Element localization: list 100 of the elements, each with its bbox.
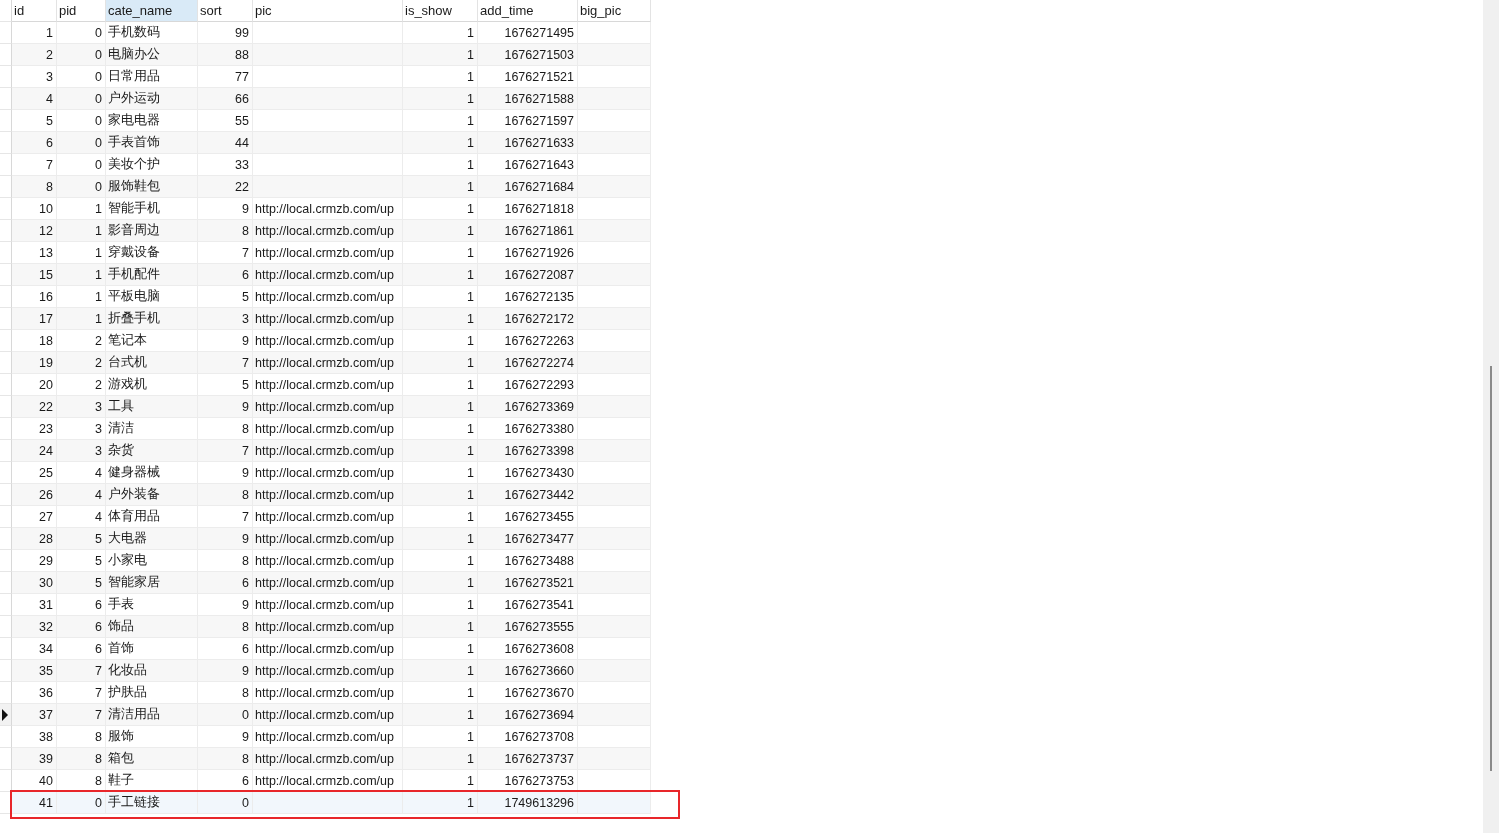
- table-cell: 1676271861: [478, 220, 578, 242]
- table-cell: http://local.crmzb.com/up: [253, 352, 403, 374]
- table-cell: 6: [57, 616, 106, 638]
- table-cell: 0: [198, 792, 253, 814]
- table-cell: 9: [198, 396, 253, 418]
- table-cell: 智能家居: [106, 572, 198, 594]
- table-cell: 1676273477: [478, 528, 578, 550]
- table-cell: 1676273398: [478, 440, 578, 462]
- table-cell: 88: [198, 44, 253, 66]
- table-cell: 26: [12, 484, 57, 506]
- table-cell: http://local.crmzb.com/up: [253, 748, 403, 770]
- table-cell: 3: [57, 396, 106, 418]
- table-row[interactable]: 12 1 影音周边 8 http://local.crmzb.com/up 1 1676271861: [0, 220, 651, 242]
- table-cell: 1: [403, 44, 478, 66]
- row-header: [0, 726, 12, 748]
- table-cell: 0: [57, 176, 106, 198]
- table-cell: 1676273660: [478, 660, 578, 682]
- table-cell: 24: [12, 440, 57, 462]
- table-cell: 5: [57, 528, 106, 550]
- table-cell: 1676273694: [478, 704, 578, 726]
- table-cell: http://local.crmzb.com/up: [253, 660, 403, 682]
- table-row[interactable]: 37 7 清洁用品 0 http://local.crmzb.com/up 1 1676273694: [0, 704, 651, 726]
- table-cell: http://local.crmzb.com/up: [253, 396, 403, 418]
- table-cell: 7: [198, 440, 253, 462]
- column-header[interactable]: id: [12, 0, 57, 22]
- row-header: [0, 44, 12, 66]
- table-row[interactable]: 26 4 户外装备 8 http://local.crmzb.com/up 1 1676273442: [0, 484, 651, 506]
- table-cell: 6: [198, 572, 253, 594]
- table-cell: 15: [12, 264, 57, 286]
- table-cell: http://local.crmzb.com/up: [253, 220, 403, 242]
- table-row[interactable]: 19 2 台式机 7 http://local.crmzb.com/up 1 1676272274: [0, 352, 651, 374]
- column-header[interactable]: is_show: [403, 0, 478, 22]
- table-cell: 0: [57, 44, 106, 66]
- scrollbar-thumb[interactable]: [1490, 366, 1492, 771]
- table-cell: 1676272087: [478, 264, 578, 286]
- table-cell: 1: [403, 132, 478, 154]
- table-cell: 17: [12, 308, 57, 330]
- table-cell: 1: [403, 440, 478, 462]
- table-cell: 大电器: [106, 528, 198, 550]
- row-header: [0, 176, 12, 198]
- table-cell: 清洁用品: [106, 704, 198, 726]
- table-cell: 22: [198, 176, 253, 198]
- table-cell: 8: [12, 176, 57, 198]
- table-row[interactable]: 28 5 大电器 9 http://local.crmzb.com/up 1 1676273477: [0, 528, 651, 550]
- table-cell: 1676273442: [478, 484, 578, 506]
- table-row[interactable]: 4 0 户外运动 66 1 1676271588: [0, 88, 651, 110]
- table-row[interactable]: 22 3 工具 9 http://local.crmzb.com/up 1 1676273369: [0, 396, 651, 418]
- table-cell: 1: [403, 396, 478, 418]
- table-row[interactable]: 39 8 箱包 8 http://local.crmzb.com/up 1 1676273737: [0, 748, 651, 770]
- table-cell: 44: [198, 132, 253, 154]
- table-cell: http://local.crmzb.com/up: [253, 484, 403, 506]
- row-header: [0, 88, 12, 110]
- table-cell: 1: [57, 308, 106, 330]
- table-cell: 41: [12, 792, 57, 814]
- table-cell: 0: [57, 792, 106, 814]
- row-header: [0, 550, 12, 572]
- table-cell: 28: [12, 528, 57, 550]
- table-row[interactable]: 41 0 手工链接 0 1 1749613296: [0, 792, 651, 814]
- table-row[interactable]: 6 0 手表首饰 44 1 1676271633: [0, 132, 651, 154]
- column-header[interactable]: big_pic: [578, 0, 651, 22]
- row-header: [0, 132, 12, 154]
- column-header[interactable]: sort: [198, 0, 253, 22]
- table-cell: 37: [12, 704, 57, 726]
- table-cell: http://local.crmzb.com/up: [253, 264, 403, 286]
- table-cell: 9: [198, 528, 253, 550]
- table-cell: 1676273555: [478, 616, 578, 638]
- table-row[interactable]: 32 6 饰品 8 http://local.crmzb.com/up 1 1676273555: [0, 616, 651, 638]
- table-cell: 12: [12, 220, 57, 242]
- table-row[interactable]: 17 1 折叠手机 3 http://local.crmzb.com/up 1 1676272172: [0, 308, 651, 330]
- table-cell: 1: [403, 352, 478, 374]
- table-row[interactable]: 2 0 电脑办公 88 1 1676271503: [0, 44, 651, 66]
- table-cell: 1: [403, 792, 478, 814]
- row-header: [0, 418, 12, 440]
- table-row[interactable]: 15 1 手机配件 6 http://local.crmzb.com/up 1 1676272087: [0, 264, 651, 286]
- table-row[interactable]: 35 7 化妆品 9 http://local.crmzb.com/up 1 1676273660: [0, 660, 651, 682]
- table-cell: 5: [57, 572, 106, 594]
- row-header: [0, 330, 12, 352]
- column-header[interactable]: add_time: [478, 0, 578, 22]
- table-cell: 服饰鞋包: [106, 176, 198, 198]
- row-header: [0, 506, 12, 528]
- table-cell: 2: [12, 44, 57, 66]
- table-cell: 3: [57, 440, 106, 462]
- row-header: [0, 484, 12, 506]
- table-cell: 30: [12, 572, 57, 594]
- row-header: [0, 528, 12, 550]
- table-row[interactable]: 8 0 服饰鞋包 22 1 1676271684: [0, 176, 651, 198]
- table-cell: 1676271684: [478, 176, 578, 198]
- table-cell: 2: [57, 352, 106, 374]
- table-row[interactable]: 24 3 杂货 7 http://local.crmzb.com/up 1 1676273398: [0, 440, 651, 462]
- table-cell: 1: [57, 264, 106, 286]
- row-header: [0, 352, 12, 374]
- table-cell: 4: [12, 88, 57, 110]
- table-cell: 6: [12, 132, 57, 154]
- column-header[interactable]: pic: [253, 0, 403, 22]
- column-header[interactable]: cate_name: [106, 0, 198, 22]
- table-cell: 1676272274: [478, 352, 578, 374]
- table-cell: 折叠手机: [106, 308, 198, 330]
- table-cell: 1: [403, 528, 478, 550]
- table-row[interactable]: 30 5 智能家居 6 http://local.crmzb.com/up 1 1676273521: [0, 572, 651, 594]
- table-cell: 1: [403, 88, 478, 110]
